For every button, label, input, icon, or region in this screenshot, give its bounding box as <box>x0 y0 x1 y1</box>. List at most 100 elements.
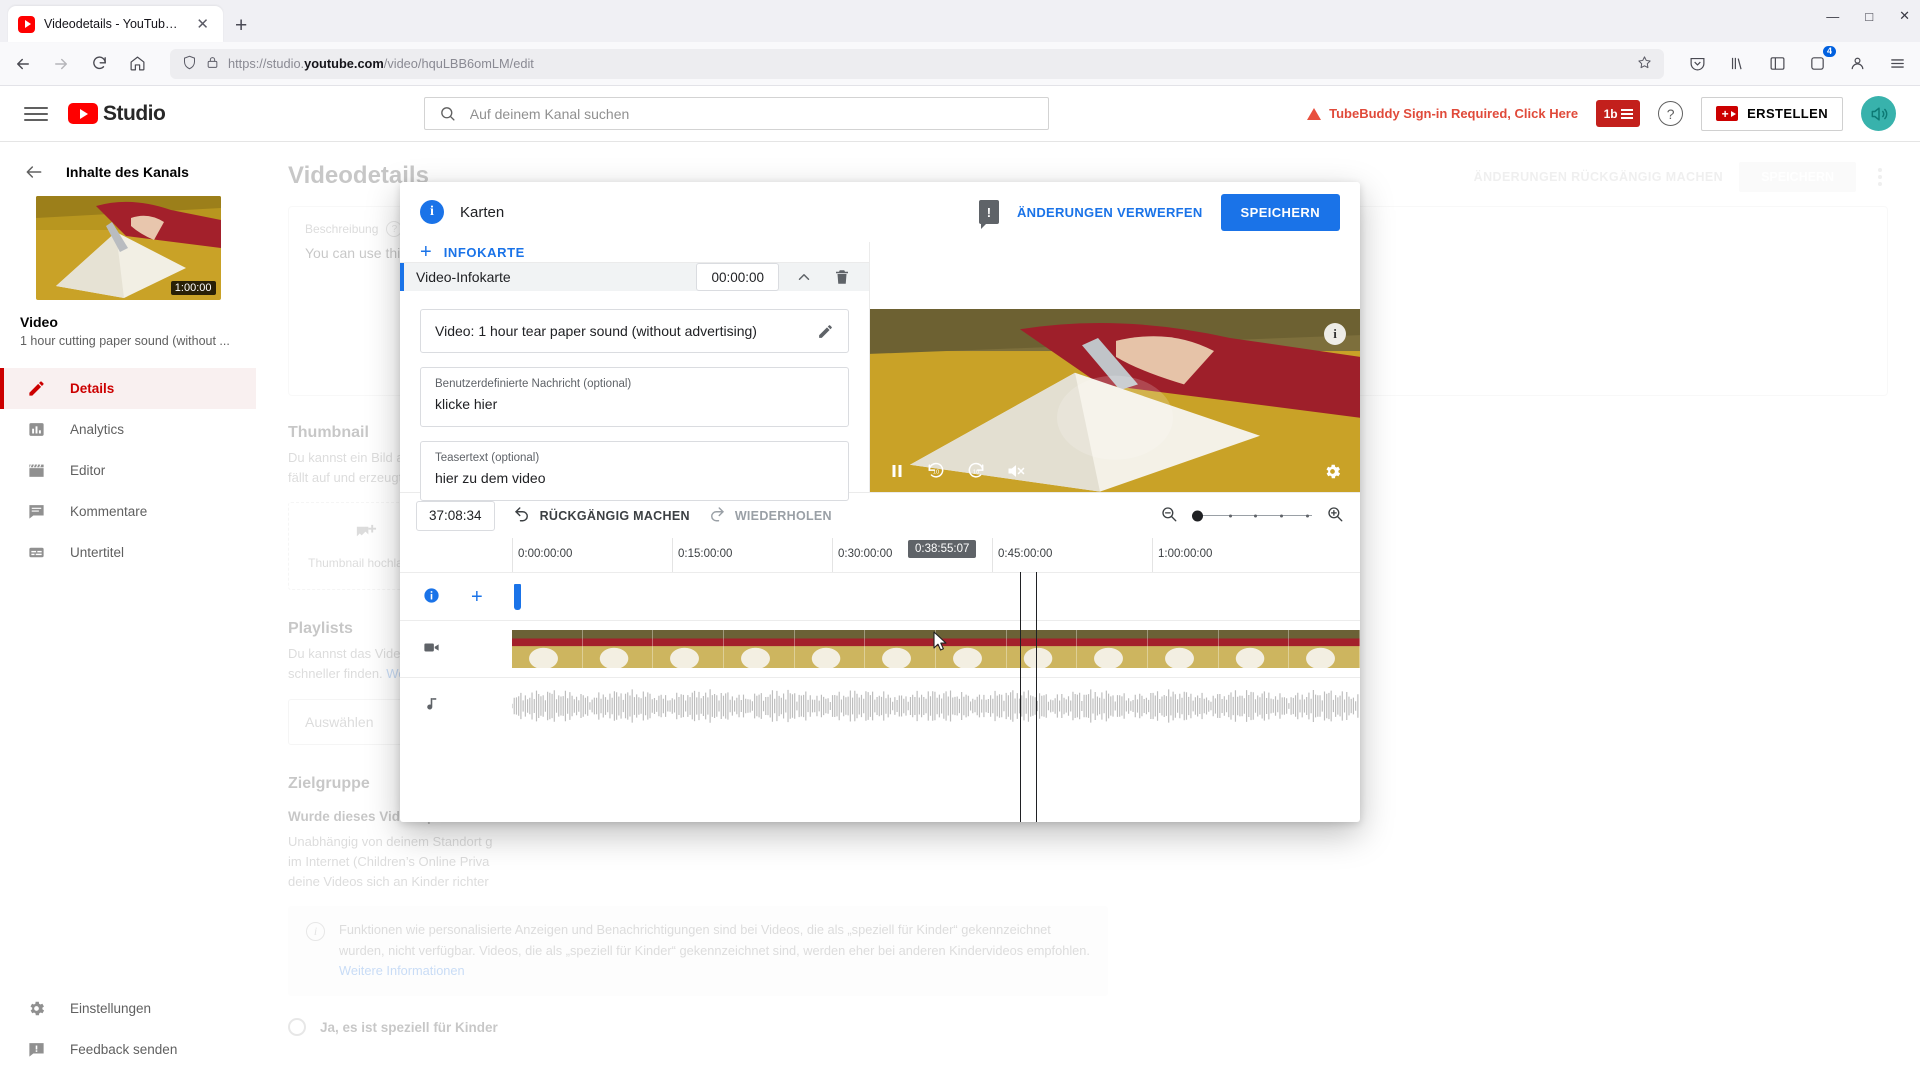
modal-save-button[interactable]: SPEICHERN <box>1220 193 1340 231</box>
timeline-undo-button[interactable]: RÜCKGÄNGIG MACHEN <box>513 505 690 526</box>
timeline-ruler[interactable]: 0:00:00:00 0:15:00:00 0:30:00:00 0:45:00… <box>400 538 1360 572</box>
sidebar-item-settings[interactable]: Einstellungen <box>0 988 256 1029</box>
search-input[interactable] <box>469 105 1034 122</box>
feedback-icon <box>24 1038 48 1062</box>
warning-tooltip-icon[interactable]: ! <box>978 200 999 229</box>
infocard-custom-message-field[interactable]: Benutzerdefinierte Nachricht (optional) … <box>420 367 849 427</box>
shield-icon <box>182 55 197 73</box>
pencil-icon[interactable] <box>817 323 834 340</box>
url-bar[interactable]: https://studio.youtube.com/video/hquLBB6… <box>170 48 1664 79</box>
home-icon[interactable] <box>126 53 148 75</box>
redo-icon <box>708 505 726 526</box>
filmstrip-frame <box>794 630 866 668</box>
sidebar-toggle-icon[interactable] <box>1766 53 1788 75</box>
main-content: Videodetails ÄNDERUNGEN RÜCKGÄNGIG MACHE… <box>256 142 1920 1080</box>
sidebar-item-details[interactable]: Details <box>0 368 256 409</box>
player-settings-icon[interactable] <box>1323 462 1342 481</box>
window-minimize-button[interactable]: — <box>1826 9 1839 24</box>
add-infocard-button[interactable]: + INFOKARTE <box>400 242 869 263</box>
new-tab-button[interactable]: + <box>235 15 247 36</box>
sidebar-item-subtitles[interactable]: Untertitel <box>0 532 256 573</box>
youtube-studio-logo[interactable]: Studio <box>68 101 166 126</box>
timeline-redo-button[interactable]: WIEDERHOLEN <box>708 505 832 526</box>
timeline-playhead[interactable] <box>1036 572 1037 822</box>
delete-icon[interactable] <box>829 264 855 290</box>
timeline-timecode-input[interactable]: 37:08:34 <box>416 500 495 531</box>
menu-icon[interactable] <box>1886 53 1908 75</box>
create-button[interactable]: ERSTELLEN <box>1701 96 1843 131</box>
rewind-10-icon[interactable]: 10 <box>926 461 946 481</box>
sidebar-item-comments[interactable]: Kommentare <box>0 491 256 532</box>
video-thumbnail[interactable]: 1:00:00 <box>35 196 221 300</box>
audio-track-gutter <box>400 695 512 717</box>
youtube-play-icon <box>68 103 98 124</box>
info-circle-icon: i <box>420 200 444 224</box>
sidebar-item-feedback[interactable]: Feedback senden <box>0 1029 256 1070</box>
gear-icon <box>24 997 48 1021</box>
timeline-track-video[interactable] <box>400 620 1360 677</box>
infocard-video-field[interactable]: Video: 1 hour tear paper sound (without … <box>420 309 849 353</box>
create-video-icon <box>1716 106 1739 121</box>
back-to-channel-content[interactable]: Inhalte des Kanals <box>0 150 256 196</box>
hamburger-menu-icon[interactable] <box>24 102 48 126</box>
tubebuddy-badge-label: 1b <box>1603 106 1618 121</box>
chevron-up-icon[interactable] <box>791 264 817 290</box>
forward-10-icon[interactable]: 10 <box>966 461 986 481</box>
create-button-label: ERSTELLEN <box>1747 106 1828 121</box>
filmstrip-frame <box>1148 630 1219 668</box>
avatar[interactable] <box>1861 96 1896 131</box>
zoom-slider-knob[interactable] <box>1192 510 1203 521</box>
bookmark-star-icon[interactable] <box>1637 55 1652 73</box>
add-card-marker-icon[interactable]: + <box>471 587 483 607</box>
header-actions: TubeBuddy Sign-in Required, Click Here 1… <box>1307 96 1896 131</box>
forward-icon[interactable] <box>50 53 72 75</box>
reload-icon[interactable] <box>88 53 110 75</box>
timeline-track-cards[interactable]: + <box>400 572 1360 620</box>
back-icon[interactable] <box>12 53 34 75</box>
tubebuddy-button[interactable]: 1b <box>1596 100 1641 127</box>
zoom-out-icon[interactable] <box>1160 505 1178 526</box>
subtitles-icon <box>24 541 48 565</box>
arrow-left-icon <box>24 162 44 182</box>
video-player[interactable]: i 10 10 <box>870 308 1360 492</box>
timeline-undo-label: RÜCKGÄNGIG MACHEN <box>539 508 690 523</box>
window-close-button[interactable]: ✕ <box>1899 8 1910 24</box>
filmstrip-frame <box>724 630 795 668</box>
account-icon[interactable] <box>1846 53 1868 75</box>
search-box[interactable] <box>423 97 1049 130</box>
player-info-icon[interactable]: i <box>1324 322 1346 345</box>
svg-text:10: 10 <box>933 470 940 476</box>
audio-track-body[interactable] <box>512 678 1360 734</box>
sidebar-item-label: Details <box>70 381 115 396</box>
window-maximize-button[interactable]: □ <box>1865 9 1873 24</box>
timeline-hover-time-tooltip: 0:38:55:07 <box>908 540 977 558</box>
studio-logo-text: Studio <box>103 101 166 125</box>
help-icon[interactable]: ? <box>1658 101 1684 126</box>
extension-icon[interactable]: 4 <box>1806 45 1836 75</box>
modal-header: i Karten ! ÄNDERUNGEN VERWERFEN SPEICHER… <box>400 182 1360 242</box>
sidebar-item-editor[interactable]: Editor <box>0 450 256 491</box>
close-icon[interactable]: ✕ <box>192 15 213 34</box>
mute-icon[interactable] <box>1006 461 1026 481</box>
pause-icon[interactable] <box>888 462 906 480</box>
timeline-track-audio[interactable] <box>400 677 1360 734</box>
browser-tab[interactable]: Videodetails - YouTube Studio ✕ <box>8 6 223 42</box>
cards-track-body[interactable] <box>512 573 1360 620</box>
zoom-slider[interactable] <box>1192 507 1312 525</box>
infocard-teaser-field[interactable]: Teasertext (optional) hier zu dem video <box>420 441 849 501</box>
infocard-row[interactable]: Video-Infokarte 00:00:00 <box>400 263 869 291</box>
card-marker[interactable] <box>514 583 521 610</box>
library-icon[interactable] <box>1726 53 1748 75</box>
infocard-timecode-input[interactable]: 00:00:00 <box>696 263 779 291</box>
modal-actions: ! ÄNDERUNGEN VERWERFEN SPEICHERN <box>978 193 1340 231</box>
ruler-label: 0:30:00:00 <box>838 548 893 560</box>
pocket-icon[interactable] <box>1686 53 1708 75</box>
discard-changes-button[interactable]: ÄNDERUNGEN VERWERFEN <box>1017 205 1203 220</box>
zoom-in-icon[interactable] <box>1326 505 1344 526</box>
infocard-row-title: Video-Infokarte <box>416 269 511 285</box>
sidebar-item-analytics[interactable]: Analytics <box>0 409 256 450</box>
cards-pane: + INFOKARTE Video-Infokarte 00:00:00 Vid… <box>400 242 870 501</box>
tubebuddy-menu-icon <box>1620 108 1633 119</box>
cards-modal: i Karten ! ÄNDERUNGEN VERWERFEN SPEICHER… <box>400 182 1360 822</box>
tubebuddy-warning[interactable]: TubeBuddy Sign-in Required, Click Here <box>1307 106 1578 121</box>
